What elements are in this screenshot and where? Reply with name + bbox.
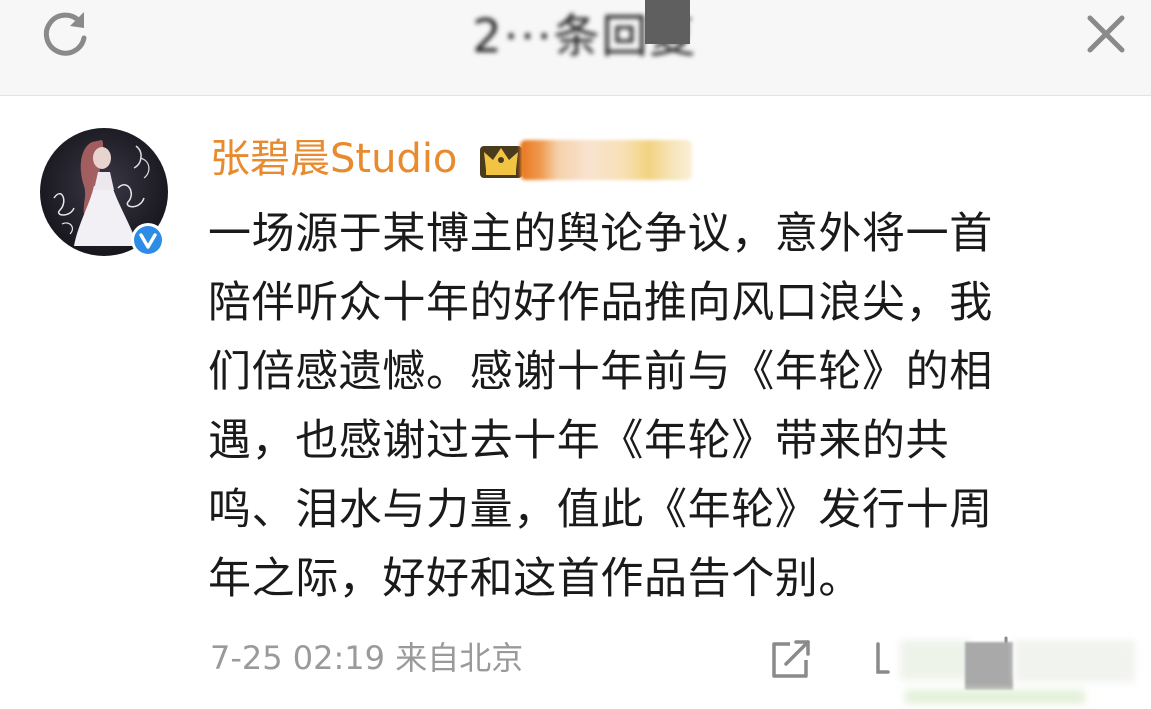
share-icon (772, 640, 810, 678)
verified-badge-icon (131, 223, 165, 257)
post-content: 一场源于某博主的舆论争议，意外将一首 陪伴听众十年的好作品推向风口浪尖，我 们倍… (208, 200, 1118, 614)
refresh-button[interactable] (38, 6, 94, 62)
censor-patch (965, 642, 1013, 690)
username[interactable]: 张碧晨Studio (210, 133, 457, 185)
close-icon (1087, 15, 1125, 53)
censor-block (645, 0, 690, 44)
post-line: 陪伴听众十年的好作品推向风口浪尖，我 (208, 278, 993, 328)
censor-patch (1015, 640, 1135, 682)
censor-patch (905, 690, 1085, 704)
post-line: 一场源于某博主的舆论争议，意外将一首 (208, 209, 993, 259)
refresh-icon (43, 12, 87, 56)
share-button[interactable] (768, 636, 814, 682)
header-bar: 2···条回复 (0, 0, 1151, 96)
post-line: 鸣、泪水与力量，值此《年轮》发行十周 (208, 485, 993, 535)
crown-vip-icon (480, 146, 522, 178)
censor-patch (900, 640, 970, 680)
weibo-reply-page: 2···条回复 张碧晨Studio 一场源于某博主的舆论争议，意外将一首 陪伴听… (0, 0, 1151, 709)
post-meta: 7-25 02:19 来自北京 (210, 634, 523, 682)
post-source: 来自北京 (395, 639, 524, 677)
post-timestamp: 7-25 02:19 (210, 639, 386, 677)
close-button[interactable] (1078, 6, 1134, 62)
post-line: 们倍感遗憾。感谢十年前与《年轮》的相 (208, 347, 993, 397)
post-line: 遇，也感谢过去十年《年轮》带来的共 (208, 416, 950, 466)
censored-badge (520, 140, 692, 180)
post-line: 年之际，好好和这首作品告个别。 (208, 554, 862, 604)
